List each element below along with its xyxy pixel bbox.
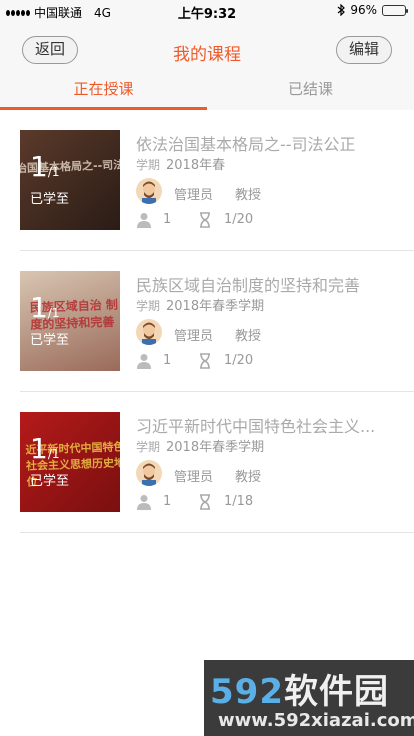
teacher-avatar xyxy=(136,178,162,204)
progress-total: /1 xyxy=(47,447,60,461)
status-right: 96% xyxy=(337,3,408,17)
watermark-url: www.592xiazai.com xyxy=(218,710,414,731)
tab-teaching[interactable]: 正在授课 xyxy=(0,72,207,110)
course-list: 治国基本格局之--司法 1/1 已学至 依法治国基本格局之--司法公正 学期 20… xyxy=(20,110,414,533)
progress-count: 1/1 xyxy=(30,434,60,469)
battery-percent: 96% xyxy=(350,3,377,17)
edit-button[interactable]: 编辑 xyxy=(335,36,392,64)
teacher-avatar xyxy=(136,460,162,486)
progress-current: 1 xyxy=(30,432,48,465)
course-thumbnail: 治国基本格局之--司法 1/1 已学至 xyxy=(20,130,120,230)
student-count: 1 xyxy=(163,212,172,227)
term-label: 学期 xyxy=(136,299,161,313)
hourglass-icon xyxy=(200,212,210,228)
course-term: 学期 2018年春季学期 xyxy=(136,436,264,455)
user-icon xyxy=(137,495,151,510)
battery-icon xyxy=(382,4,408,16)
lesson-progress: 1/20 xyxy=(224,212,254,227)
course-title[interactable]: 民族区域自治制度的坚持和完善 xyxy=(136,272,396,296)
watermark-number: 592 xyxy=(210,672,284,712)
student-count: 1 xyxy=(163,494,172,509)
progress-count: 1/1 xyxy=(30,293,60,328)
term-value: 2018年春季学期 xyxy=(166,299,265,314)
course-term: 学期 2018年春季学期 xyxy=(136,295,264,314)
user-icon xyxy=(137,354,151,369)
status-bar: 中国联通 4G 上午9:32 96% xyxy=(0,0,414,22)
teacher-rank: 教授 xyxy=(235,188,262,203)
learned-label: 已学至 xyxy=(30,192,70,207)
site-watermark: 592软件园 www.592xiazai.com xyxy=(204,660,414,736)
term-value: 2018年春季学期 xyxy=(166,440,265,455)
hourglass-icon xyxy=(200,494,210,510)
progress-total: /1 xyxy=(47,165,60,179)
course-thumbnail: 民族区域自治 制度的坚持和完善 1/1 已学至 xyxy=(20,271,120,371)
progress-current: 1 xyxy=(30,150,48,183)
tab-finished[interactable]: 已结课 xyxy=(207,72,414,110)
course-thumbnail: 近平新时代中国特色 社会主义思想历史地位 1/1 已学至 xyxy=(20,412,120,512)
teacher-role: 管理员 xyxy=(174,470,214,485)
teacher-rank: 教授 xyxy=(235,329,262,344)
bluetooth-icon xyxy=(337,4,346,16)
teacher-avatar xyxy=(136,319,162,345)
lesson-progress: 1/20 xyxy=(224,353,254,368)
course-tabs: 正在授课 已结课 xyxy=(0,72,414,110)
progress-current: 1 xyxy=(30,291,48,324)
my-courses-screen: 中国联通 4G 上午9:32 96% 返回 我的课程 编辑 正在授课 已结课 治… xyxy=(0,0,414,736)
course-title[interactable]: 依法治国基本格局之--司法公正 xyxy=(136,131,396,155)
course-item[interactable]: 民族区域自治 制度的坚持和完善 1/1 已学至 民族区域自治制度的坚持和完善 学… xyxy=(20,251,414,392)
teacher-role: 管理员 xyxy=(174,329,214,344)
progress-count: 1/1 xyxy=(30,152,60,187)
learned-label: 已学至 xyxy=(30,474,70,489)
lesson-progress: 1/18 xyxy=(224,494,254,509)
progress-total: /1 xyxy=(47,306,60,320)
hourglass-icon xyxy=(200,353,210,369)
course-term: 学期 2018年春 xyxy=(136,154,225,173)
user-icon xyxy=(137,213,151,228)
course-title[interactable]: 习近平新时代中国特色社会主义... xyxy=(136,413,396,437)
teacher-role: 管理员 xyxy=(174,188,214,203)
watermark-brand: 592软件园 xyxy=(210,664,389,713)
learned-label: 已学至 xyxy=(30,333,70,348)
watermark-brand-text: 软件园 xyxy=(283,672,389,712)
course-item[interactable]: 近平新时代中国特色 社会主义思想历史地位 1/1 已学至 习近平新时代中国特色社… xyxy=(20,392,414,533)
term-value: 2018年春 xyxy=(166,158,226,173)
term-label: 学期 xyxy=(136,440,161,454)
term-label: 学期 xyxy=(136,158,161,172)
nav-bar: 返回 我的课程 编辑 xyxy=(0,22,414,72)
teacher-rank: 教授 xyxy=(235,470,262,485)
course-item[interactable]: 治国基本格局之--司法 1/1 已学至 依法治国基本格局之--司法公正 学期 20… xyxy=(20,110,414,251)
student-count: 1 xyxy=(163,353,172,368)
